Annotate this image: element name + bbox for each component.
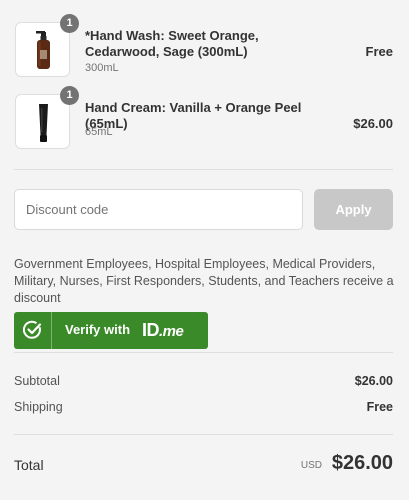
item-variant: 300mL: [85, 62, 119, 74]
idme-eligibility-text: Government Employees, Hospital Employees…: [14, 257, 394, 305]
idme-logo: ID.me: [142, 318, 184, 344]
item-name: Hand Cream: Vanilla + Orange Peel (65mL): [85, 100, 302, 131]
item-name: *Hand Wash: Sweet Orange, Cedarwood, Sag…: [85, 28, 259, 59]
item-price: Free: [365, 44, 393, 59]
shipping-row: Shipping Free: [14, 398, 393, 416]
verify-label: Verify with: [65, 322, 131, 337]
idme-logo-id: ID: [142, 320, 160, 340]
item-price: $26.00: [353, 116, 393, 131]
divider: [14, 169, 393, 170]
discount-code-input[interactable]: [14, 189, 303, 230]
apply-discount-button[interactable]: Apply: [314, 189, 393, 230]
subtotal-row: Subtotal $26.00: [14, 372, 393, 390]
total-currency: USD: [300, 460, 322, 471]
shipping-label: Shipping: [14, 400, 63, 414]
total-value: $26.00: [331, 452, 393, 474]
amber-pump-bottle-icon: [36, 31, 50, 69]
item-variant: 65mL: [85, 126, 113, 138]
quantity-badge: 1: [60, 86, 79, 105]
subtotal-label: Subtotal: [14, 374, 60, 388]
line-item-hand-wash: 1 *Hand Wash: Sweet Orange, Cedarwood, S…: [15, 14, 393, 79]
check-circle-icon: [14, 312, 52, 349]
black-cream-tube-icon: [39, 104, 48, 142]
quantity-badge: 1: [60, 14, 79, 33]
divider: [14, 434, 393, 435]
verify-with-idme-button[interactable]: Verify with ID.me: [14, 312, 208, 349]
subtotal-value: $26.00: [354, 374, 393, 388]
shipping-value: Free: [366, 400, 393, 414]
total-label: Total: [14, 457, 44, 473]
product-thumbnail: 1: [15, 14, 79, 77]
idme-logo-me: .me: [159, 323, 184, 340]
line-item-hand-cream: 1 Hand Cream: Vanilla + Orange Peel (65m…: [15, 86, 393, 151]
total-row: Total USD $26.00: [14, 452, 393, 480]
divider: [14, 352, 393, 353]
product-thumbnail: 1: [15, 86, 79, 149]
